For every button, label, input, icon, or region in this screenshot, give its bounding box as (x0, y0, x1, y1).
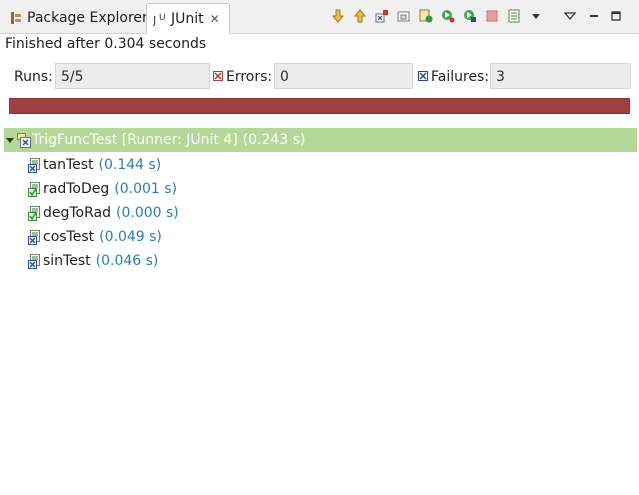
tab-junit[interactable]: J U JUnit ✕ (146, 3, 230, 34)
tree-item-test[interactable]: radToDeg (0.001 s) (28, 177, 177, 201)
minimize-icon[interactable] (586, 8, 602, 24)
tree-item-test[interactable]: tanTest (0.144 s) (28, 153, 161, 177)
rerun-failed-first-icon[interactable] (440, 8, 456, 24)
error-icon (213, 71, 223, 81)
test-run-history-icon[interactable] (506, 8, 522, 24)
test-failed-icon (28, 253, 42, 269)
close-icon[interactable]: ✕ (210, 12, 220, 26)
svg-text:J: J (153, 14, 156, 26)
runs-value: 5/5 (55, 63, 210, 89)
stop-icon[interactable] (484, 8, 500, 24)
scroll-lock-icon[interactable] (396, 8, 412, 24)
test-passed-icon (28, 205, 42, 221)
test-progress-bar (9, 98, 630, 114)
test-time: (0.144 s) (98, 157, 162, 173)
tab-package-explorer-label: Package Explorer (27, 10, 148, 26)
errors-value: 0 (274, 63, 413, 89)
tree-root-label: TrigFuncTest [Runner: JUnit 4] (32, 132, 238, 148)
rerun-failed-icon[interactable] (462, 8, 478, 24)
test-suite-failed-icon (17, 132, 31, 148)
maximize-icon[interactable] (608, 8, 624, 24)
tab-junit-label: JUnit (171, 11, 204, 27)
tree-root-item[interactable]: TrigFuncTest [Runner: JUnit 4] (0.243 s) (4, 128, 637, 152)
tab-package-explorer[interactable]: Package Explorer (3, 3, 148, 33)
tree-item-test[interactable]: cosTest (0.049 s) (28, 225, 162, 249)
show-failures-only-icon[interactable] (374, 8, 390, 24)
errors-label: Errors: (226, 69, 273, 85)
test-failed-icon (28, 229, 42, 245)
failure-icon (418, 71, 428, 81)
test-name: sinTest (43, 253, 91, 269)
next-failure-icon[interactable] (330, 8, 346, 24)
tree-item-test[interactable]: sinTest (0.046 s) (28, 249, 158, 273)
failures-label: Failures: (431, 69, 490, 85)
rerun-test-icon[interactable] (418, 8, 434, 24)
failures-value: 3 (490, 63, 631, 89)
previous-failure-icon[interactable] (352, 8, 368, 24)
tree-item-test[interactable]: degToRad (0.000 s) (28, 201, 179, 225)
test-time: (0.000 s) (116, 205, 179, 221)
tree-root-time: (0.243 s) (242, 132, 306, 148)
errors-label-group: Errors: (213, 66, 272, 88)
failures-label-group: Failures: (418, 66, 489, 88)
junit-icon: J U (152, 12, 167, 27)
test-name: cosTest (43, 229, 95, 245)
test-name: degToRad (43, 205, 112, 221)
test-name: radToDeg (43, 181, 110, 197)
run-status-text: Finished after 0.304 seconds (5, 36, 207, 52)
test-passed-icon (28, 181, 42, 197)
test-name: tanTest (43, 157, 94, 173)
view-tab-bar: Package Explorer J U JUnit ✕ (0, 0, 639, 34)
package-explorer-icon (9, 11, 23, 25)
test-failed-icon (28, 157, 42, 173)
history-dropdown-icon[interactable] (528, 8, 544, 24)
test-time: (0.046 s) (95, 253, 159, 269)
svg-text:U: U (159, 13, 166, 23)
test-time: (0.049 s) (99, 229, 162, 245)
view-menu-icon[interactable] (562, 8, 578, 24)
test-time: (0.001 s) (114, 181, 177, 197)
runs-label: Runs: (14, 69, 53, 85)
expand-toggle-icon[interactable] (4, 134, 16, 146)
